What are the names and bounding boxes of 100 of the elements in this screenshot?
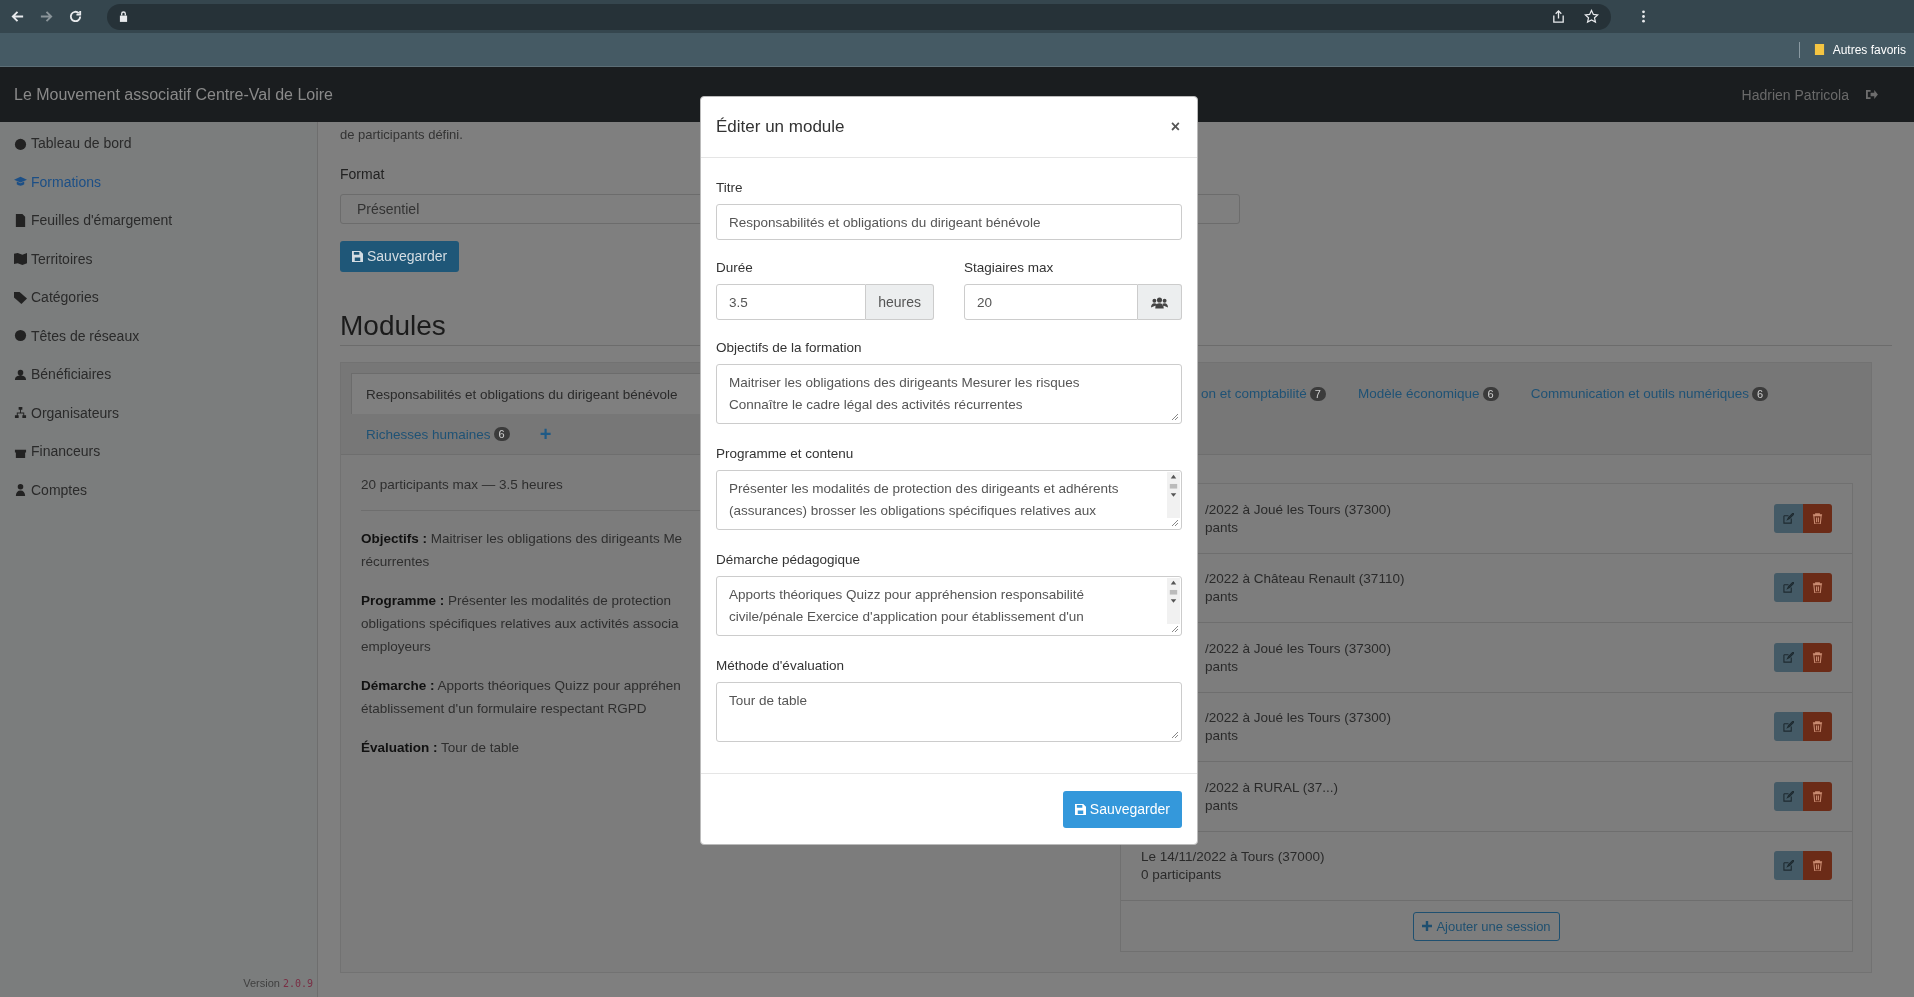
sidebar-item[interactable]: Catégories [0,278,317,317]
trash-icon [1812,721,1823,733]
field-label: Durée [716,260,754,275]
duration-input[interactable]: 3.5 [716,284,867,320]
edit-icon [1783,512,1794,524]
version-label: Version [243,977,280,989]
sidebar-item[interactable]: Feuilles d'émargement [0,201,317,240]
session-title: /2022 à Joué les Tours (37300) [1205,710,1391,726]
sidebar-item[interactable]: Organisateurs [0,393,317,432]
version-number: 2.0.9 [282,978,313,989]
back-icon[interactable] [10,9,25,24]
menu-item-icon [14,290,27,304]
text-area[interactable]: Présenter les modalités de protection des dirigeants et adhérents (assurances) brosser les obligations spécifiques relatives aux [716,470,1182,530]
share-icon[interactable] [1551,9,1566,24]
lock-icon [119,11,128,22]
session-title: /2022 à RURAL (37...) [1205,779,1339,795]
session-title: /2022 à Joué les Tours (37300) [1205,640,1391,656]
module-tab[interactable]: Richesses humaines 6 [366,414,510,454]
detail-paragraph: Programme : Présenter les modalités de protection obligations spécifiques relatives aux activités associa employeurs [361,592,679,656]
delete-button[interactable] [1803,573,1832,603]
logout-icon[interactable] [1865,89,1878,100]
delete-button[interactable] [1803,851,1832,881]
menu-item-icon [14,213,27,227]
edit-icon [1783,860,1794,872]
text-area[interactable]: Apports théoriques Quizz pour appréhension responsabilité civile/pénale Exercice d'application pour établissement d'un [716,576,1182,636]
floppy-icon [1074,803,1086,815]
users-icon [1151,295,1168,309]
edit-button[interactable] [1774,851,1803,881]
session-participants: pants [1205,728,1239,744]
save-button[interactable]: Sauvegarder [340,240,460,272]
edit-icon [1783,651,1794,663]
menu-item-icon [14,406,27,420]
sidebar-item[interactable]: Bénéficiaires [0,355,317,394]
save-button[interactable]: Sauvegarder [1062,790,1182,828]
menu-item-icon [14,483,27,497]
edit-icon [1783,582,1794,594]
reload-icon[interactable] [68,9,83,24]
user-name[interactable]: Hadrien Patricola [1741,86,1849,103]
folder-icon [1813,43,1825,56]
delete-button[interactable] [1803,642,1832,672]
sidebar-item[interactable]: Comptes [0,470,317,509]
session-participants: pants [1205,797,1239,813]
field-label: Titre [716,180,744,195]
menu-item-icon [14,136,27,150]
resize-grip-icon[interactable] [1171,519,1179,527]
sidebar-item[interactable]: Tableau de bord [0,124,317,163]
delete-button[interactable] [1803,712,1832,742]
field-label: Méthode d'évaluation [716,658,845,673]
intro-text: de participants défini. [340,127,463,142]
resize-grip-icon[interactable] [1171,625,1179,633]
edit-button[interactable] [1774,503,1803,533]
plus-icon [1422,921,1433,931]
delete-button[interactable] [1803,781,1832,811]
sidebar-item[interactable]: Financeurs [0,432,317,471]
module-tab[interactable]: Modèle économique 6 [1357,373,1499,414]
bookmark-folder[interactable]: Autres favoris [1809,40,1910,59]
title-input[interactable]: Responsabilités et obligations du dirigeant bénévole [716,204,1182,240]
session-participants: pants [1205,589,1239,605]
floppy-icon [352,250,363,262]
session-participants: pants [1205,519,1239,535]
field-label: Démarche pédagogique [716,552,862,567]
module-tab[interactable]: on et comptabilité 7 [1201,373,1326,414]
sidebar-item[interactable]: Têtes de réseaux [0,316,317,355]
edit-button[interactable] [1774,712,1803,742]
resize-grip-icon[interactable] [1171,731,1179,739]
session-title: Le 14/11/2022 à Tours (37000) [1141,849,1325,865]
trainees-input[interactable]: 20 [964,284,1138,320]
detail-paragraph: Objectifs : Maitriser les obligations des dirigeants Me récurrentes [361,530,683,571]
session-title: /2022 à Joué les Tours (37300) [1205,501,1391,517]
menu-item-icon [14,252,27,266]
edit-button[interactable] [1774,642,1803,672]
edit-button[interactable] [1774,781,1803,811]
close-button[interactable]: × [1168,118,1182,136]
forward-icon[interactable] [39,9,54,24]
edit-icon [1783,721,1794,733]
field-label: Stagiaires max [964,260,1055,275]
detail-paragraph: Démarche : Apports théoriques Quizz pour appréhen établissement d'un formulaire respectant RGPD [361,677,681,718]
unit-addon: heures [866,284,934,320]
edit-button[interactable] [1774,573,1803,603]
session-title: /2022 à Château Renault (37110) [1205,571,1405,587]
sidebar-item[interactable]: Territoires [0,239,317,278]
text-area[interactable]: Maitriser les obligations des dirigeants Mesurer les risques Connaître le cadre légal des activités récurrentes [716,364,1182,424]
scrollbar[interactable] [1167,578,1180,624]
resize-grip-icon[interactable] [1171,413,1179,421]
menu-icon[interactable] [1641,9,1646,24]
format-label: Format [340,166,385,182]
menu-item-icon [14,329,27,343]
delete-button[interactable] [1803,503,1832,533]
text-area[interactable]: Tour de table [716,682,1182,742]
session-participants: pants [1205,658,1239,674]
module-tab[interactable]: Responsabilités et obligations du dirigeant bénévole [351,373,701,414]
module-tab[interactable]: Communication et outils numériques 6 [1530,373,1769,414]
session-participants: 0 participants [1141,867,1222,883]
menu-item-icon [14,175,27,189]
detail-paragraph: Évaluation : Tour de table [361,739,520,757]
brand-title[interactable]: Le Mouvement associatif Centre-Val de Loire [14,85,333,104]
star-icon[interactable] [1584,9,1599,24]
field-label: Programme et contenu [716,446,855,461]
scrollbar[interactable] [1167,472,1180,518]
trash-icon [1812,651,1823,663]
